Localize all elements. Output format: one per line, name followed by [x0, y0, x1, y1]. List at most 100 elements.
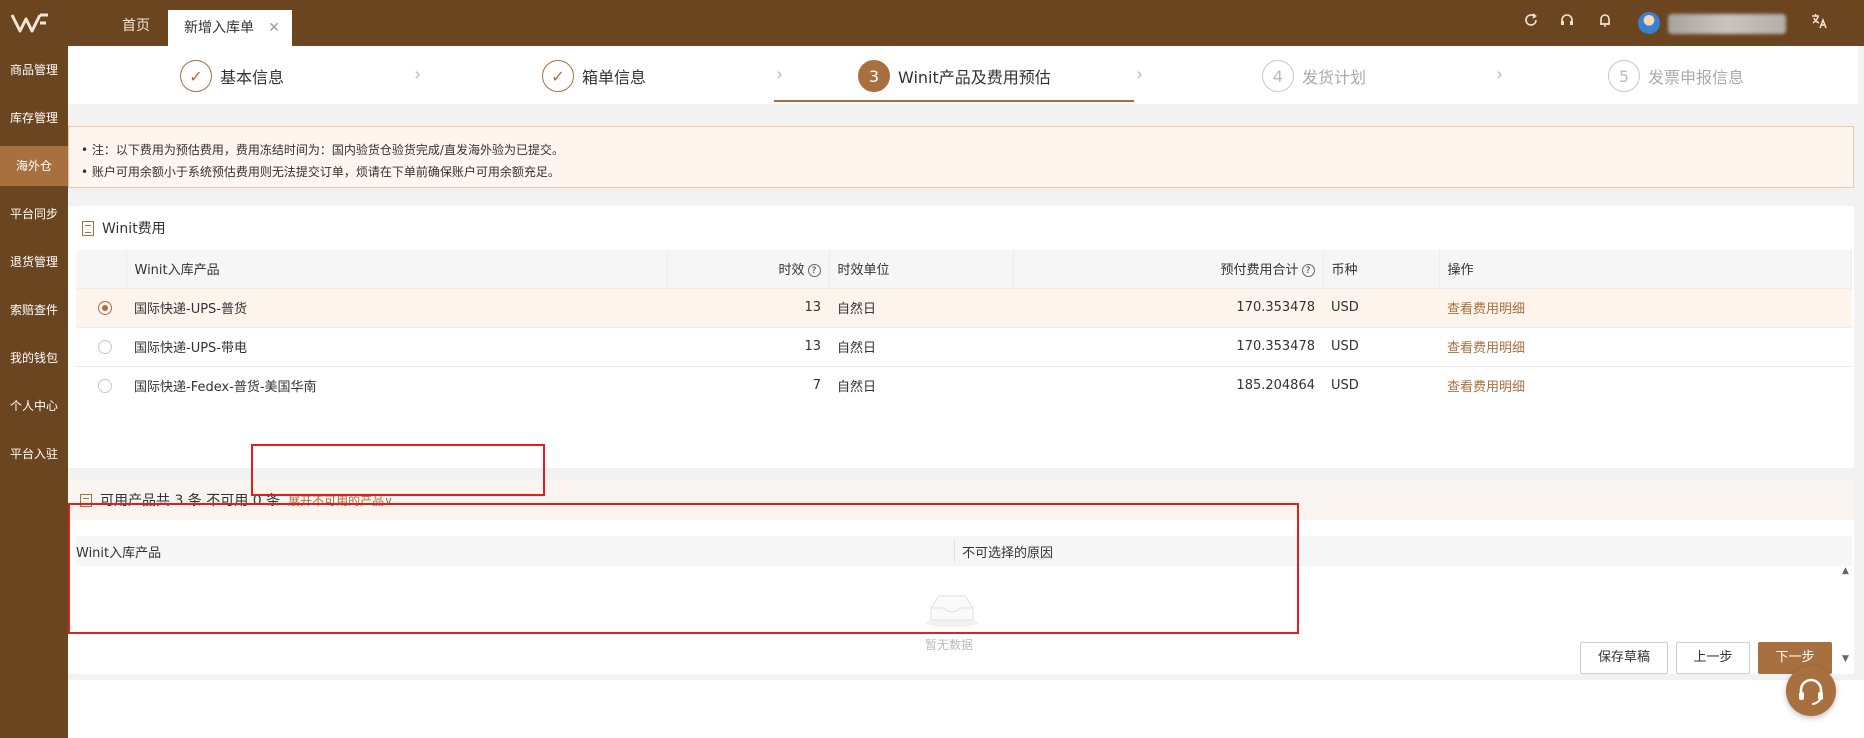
sidebar: 商品管理 库存管理 海外仓 平台同步 退货管理 索赔查件 我的钱包 个人中心 平…	[0, 46, 68, 738]
chevron-right-icon: ›	[1136, 64, 1144, 85]
step-packing-info[interactable]: ✓ 箱单信息	[542, 56, 646, 96]
chevron-right-icon: ›	[414, 64, 422, 85]
section-header: Winit费用	[68, 206, 1854, 250]
step-progress: ✓ 基本信息 › ✓ 箱单信息 › 3 Winit产品及费用预估 › 4 发货计…	[68, 46, 1858, 104]
table-row[interactable]: 国际快递-UPS-带电 13 自然日 170.353478 USD 查看费用明细	[76, 326, 1852, 366]
action-cell: 查看费用明细	[1439, 287, 1852, 327]
total-cell: 170.353478	[1013, 287, 1323, 327]
radio-cell[interactable]	[76, 287, 126, 327]
scroll-up-icon[interactable]: ▲	[1842, 566, 1849, 576]
step-basic-info[interactable]: ✓ 基本信息	[180, 56, 284, 96]
currency-cell: USD	[1323, 326, 1439, 366]
refresh-icon[interactable]	[1520, 12, 1542, 34]
radio-cell[interactable]	[76, 365, 126, 405]
step-invoice-declaration[interactable]: 5 发票申报信息	[1608, 56, 1744, 96]
sidebar-item-claims[interactable]: 索赔查件	[0, 290, 68, 330]
step-label: 发票申报信息	[1648, 68, 1745, 87]
column-header: Winit入库产品	[126, 250, 668, 288]
column-header-label: 预付费用合计	[1220, 263, 1299, 279]
empty-text: 暂无数据	[925, 638, 974, 652]
step-label: 箱单信息	[582, 68, 647, 87]
column-header: 时效?	[667, 250, 830, 288]
section-title: Winit费用	[102, 221, 166, 237]
column-header: 币种	[1323, 250, 1440, 288]
time-unit-cell: 自然日	[829, 365, 1013, 405]
total-cell: 170.353478	[1013, 326, 1323, 366]
footer-bar	[68, 680, 1864, 738]
column-header: 时效单位	[829, 250, 1014, 288]
sidebar-item-products[interactable]: 商品管理	[0, 50, 68, 90]
step-number: 5	[1608, 60, 1640, 92]
table-row[interactable]: 国际快递-Fedex-普货-美国华南 7 自然日 185.204864 USD …	[76, 365, 1852, 405]
step-number: 3	[858, 60, 890, 92]
highlight-box-unavailable-table	[68, 503, 1299, 634]
step-number: 4	[1262, 60, 1294, 92]
scrollbar[interactable]: ▲ ▼	[1840, 566, 1852, 666]
column-header-label: 时效	[778, 263, 805, 279]
headset-icon[interactable]	[1556, 12, 1578, 34]
close-icon[interactable]: ✕	[268, 10, 280, 46]
radio-cell[interactable]	[76, 326, 126, 366]
view-fee-detail-link[interactable]: 查看费用明细	[1447, 380, 1525, 395]
previous-step-button[interactable]: 上一步	[1676, 642, 1750, 674]
avatar[interactable]	[1638, 12, 1660, 34]
main-content: ✓ 基本信息 › ✓ 箱单信息 › 3 Winit产品及费用预估 › 4 发货计…	[68, 46, 1864, 738]
radio-button[interactable]	[98, 300, 112, 315]
tab-new-inbound-order-label: 新增入库单	[184, 20, 254, 36]
action-cell: 查看费用明细	[1439, 365, 1852, 405]
total-cell: 185.204864	[1013, 365, 1323, 405]
currency-cell: USD	[1323, 287, 1439, 327]
chevron-right-icon: ›	[1496, 64, 1504, 85]
help-icon[interactable]: ?	[807, 264, 821, 278]
save-draft-button[interactable]: 保存草稿	[1580, 642, 1668, 674]
radio-button[interactable]	[98, 339, 112, 354]
sidebar-item-wallet[interactable]: 我的钱包	[0, 338, 68, 378]
sidebar-item-inventory[interactable]: 库存管理	[0, 98, 68, 138]
current-step-indicator	[774, 100, 1134, 102]
step-product-fee-estimate[interactable]: 3 Winit产品及费用预估	[858, 56, 1051, 96]
notice-line: • 账户可用余额小于系统预估费用则无法提交订单，烦请在下单前确保账户可用余额充足…	[81, 165, 560, 179]
highlight-box-expand	[251, 444, 545, 496]
winit-logo[interactable]	[10, 11, 54, 35]
step-label: 发货计划	[1302, 68, 1367, 87]
time-unit-cell: 自然日	[829, 326, 1013, 366]
sidebar-item-platform-sync[interactable]: 平台同步	[0, 194, 68, 234]
step-label: 基本信息	[220, 68, 285, 87]
sidebar-item-platform-join[interactable]: 平台入驻	[0, 434, 68, 474]
view-fee-detail-link[interactable]: 查看费用明细	[1447, 341, 1525, 356]
radio-column-header	[76, 250, 127, 288]
sidebar-item-overseas-warehouse[interactable]: 海外仓	[0, 146, 68, 186]
time-cell: 13	[667, 326, 829, 366]
help-icon[interactable]: ?	[1301, 264, 1315, 278]
time-cell: 13	[667, 287, 829, 327]
view-fee-detail-link[interactable]: 查看费用明细	[1447, 302, 1525, 317]
step-label: Winit产品及费用预估	[898, 68, 1051, 87]
customer-service-button[interactable]	[1786, 666, 1836, 716]
headset-icon	[1799, 678, 1823, 705]
action-cell: 查看费用明细	[1439, 326, 1852, 366]
fee-notice: • 注：以下费用为预估费用，费用冻结时间为：国内验货仓验货完成/直发海外验为已提…	[68, 126, 1854, 188]
sidebar-item-returns[interactable]: 退货管理	[0, 242, 68, 282]
username-redacted[interactable]	[1668, 14, 1786, 34]
check-icon: ✓	[180, 60, 212, 92]
winit-fee-card: Winit费用 Winit入库产品 时效? 时效单位 预付费用合计? 币种 操作	[68, 206, 1854, 468]
column-header: 操作	[1439, 250, 1852, 288]
notice-line: • 注：以下费用为预估费用，费用冻结时间为：国内验货仓验货完成/直发海外验为已提…	[81, 143, 564, 157]
currency-cell: USD	[1323, 365, 1439, 405]
document-icon	[82, 220, 94, 236]
radio-button[interactable]	[98, 378, 112, 393]
scroll-down-icon[interactable]: ▼	[1842, 654, 1849, 664]
chevron-right-icon: ›	[776, 64, 784, 85]
product-cell: 国际快递-UPS-普货	[126, 287, 667, 327]
column-header: 预付费用合计?	[1013, 250, 1324, 288]
sidebar-item-profile[interactable]: 个人中心	[0, 386, 68, 426]
product-cell: 国际快递-UPS-带电	[126, 326, 667, 366]
table-row[interactable]: 国际快递-UPS-普货 13 自然日 170.353478 USD 查看费用明细	[76, 287, 1852, 327]
step-shipping-plan[interactable]: 4 发货计划	[1262, 56, 1366, 96]
top-bar: 首页 新增入库单 ✕	[0, 0, 1864, 46]
fee-table: Winit入库产品 时效? 时效单位 预付费用合计? 币种 操作 国际快递-UP…	[76, 250, 1852, 405]
bell-icon[interactable]	[1594, 12, 1616, 34]
translate-icon[interactable]	[1808, 12, 1830, 34]
time-unit-cell: 自然日	[829, 287, 1013, 327]
tab-new-inbound-order[interactable]: 新增入库单 ✕	[168, 10, 292, 46]
